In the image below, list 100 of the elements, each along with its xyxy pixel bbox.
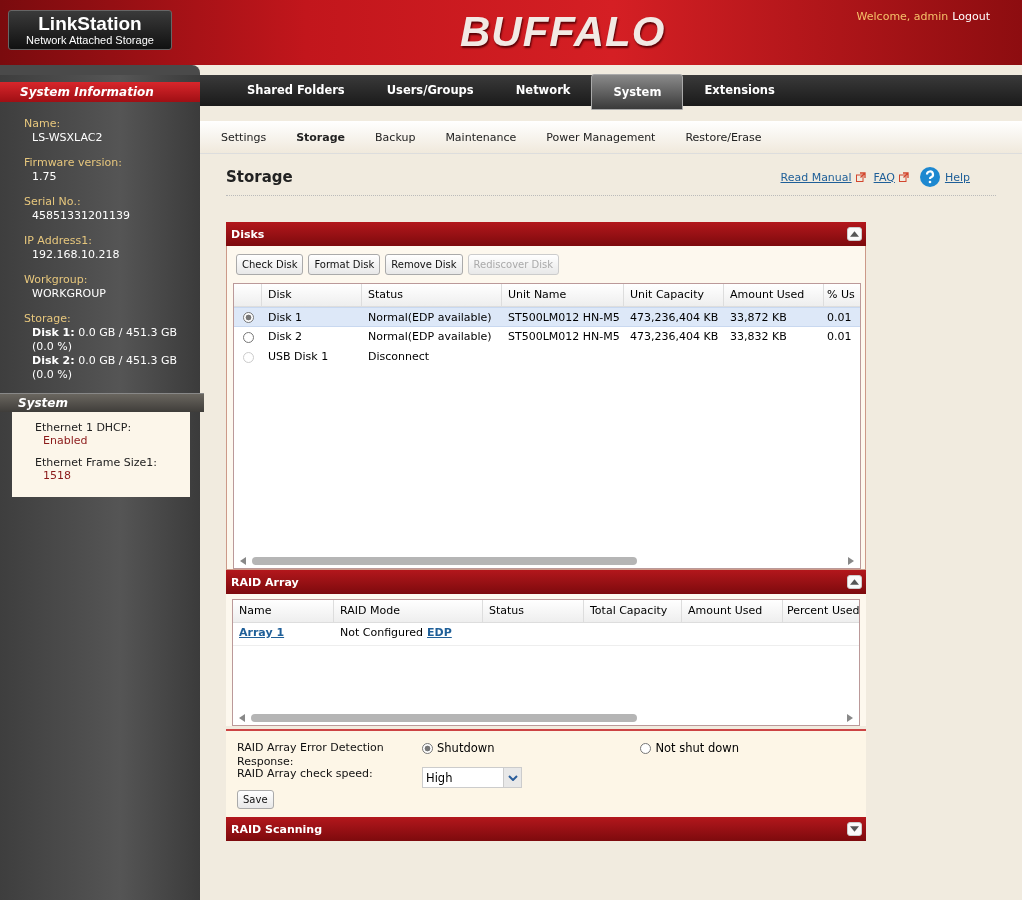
column-header[interactable]: Status [483, 600, 584, 622]
column-header[interactable]: Unit Name [502, 284, 624, 306]
arrow-right-icon[interactable] [847, 714, 853, 722]
table-cell-text: Disconnect [367, 349, 431, 365]
sub-tab[interactable]: Storage [296, 130, 346, 144]
action-button[interactable]: Format Disk [308, 254, 381, 275]
column-header[interactable]: Name [233, 600, 334, 622]
radio-button[interactable] [242, 331, 254, 343]
caret-icon [850, 231, 859, 237]
column-header[interactable]: Unit Capacity [624, 284, 724, 306]
header-link[interactable]: FAQ [873, 170, 895, 184]
info-label: Storage: [24, 312, 72, 326]
scrollbar-thumb[interactable] [252, 557, 637, 565]
info-value: LS-WSXLAC2 [31, 131, 104, 145]
arrow-left-icon[interactable] [239, 714, 245, 722]
panel-title: RAID Array [231, 575, 299, 589]
brand-logo: BUFFALO [460, 8, 666, 56]
nav-tab[interactable]: Network [494, 75, 592, 106]
expand-button[interactable] [847, 822, 862, 836]
panel-title: Disks [231, 227, 265, 241]
table-row[interactable]: Disk 2 Normal(EDP available) ST500LM012 HN-M5 473,236,404 KB 33,832 KB 0.01 [234, 327, 860, 347]
column-header[interactable]: Disk [262, 284, 362, 306]
nav-tab[interactable]: Shared Folders [226, 75, 366, 106]
info-value: Disk 2: 0.0 GB / 451.3 GB (0.0 %) [31, 354, 178, 382]
table-cell-text: USB Disk 1 [267, 349, 330, 365]
column-header[interactable]: % Us [824, 284, 858, 306]
table-cell-text: 0.01 [826, 329, 853, 345]
product-name: LinkStation [37, 14, 143, 34]
info-value: 1.75 [31, 170, 58, 184]
form-label: RAID Array Error Detection Response: [237, 741, 385, 769]
table-cell-text: Disk 1 [267, 310, 304, 326]
system-label: Ethernet 1 DHCP: [35, 421, 133, 434]
sub-tab[interactable]: Restore/Erase [685, 130, 762, 144]
column-header[interactable]: RAID Mode [334, 600, 483, 622]
table-cell-text: Disk 2 [267, 329, 304, 345]
sub-tab[interactable]: Power Management [546, 130, 656, 144]
header-link[interactable]: Read Manual [780, 170, 852, 184]
info-label: Workgroup: [24, 273, 89, 287]
page-title: Storage [226, 168, 293, 186]
radio-button[interactable] [242, 311, 254, 323]
table-cell-text: 473,236,404 KB [629, 310, 720, 326]
help-icon[interactable] [918, 166, 941, 188]
column-header[interactable]: Percent Used [783, 600, 859, 622]
scrollbar-thumb[interactable] [251, 714, 637, 722]
info-value: 192.168.10.218 [31, 248, 121, 262]
panel-title: RAID Scanning [231, 822, 323, 836]
radio-button[interactable] [640, 742, 652, 754]
table-cell-text: ST500LM012 HN-M5 [507, 329, 621, 345]
info-label: IP Address1: [24, 234, 93, 248]
nav-tab[interactable]: System [591, 74, 684, 110]
action-button[interactable]: Remove Disk [385, 254, 463, 275]
radio-button[interactable] [422, 742, 433, 754]
speed-dropdown[interactable]: High [422, 767, 522, 788]
info-value: 45851331201139 [31, 209, 131, 223]
table-cell-text: 0.01 [826, 310, 853, 326]
table-row[interactable]: Disk 1 Normal(EDP available) ST500LM012 HN-M5 473,236,404 KB 33,872 KB 0.01 [234, 307, 860, 327]
table-cell-text: Not Configured [340, 625, 424, 641]
sub-tab[interactable]: Maintenance [445, 130, 517, 144]
arrow-left-icon[interactable] [240, 557, 246, 565]
system-section-title: System [0, 393, 204, 412]
welcome-text: Welcome, admin [856, 10, 949, 23]
radio-option[interactable]: Not shut down [640, 741, 739, 755]
column-header[interactable]: Amount Used [724, 284, 824, 306]
radio-option[interactable]: Shutdown [422, 741, 495, 755]
arrow-right-icon[interactable] [848, 557, 854, 565]
info-label: Name: [24, 117, 62, 131]
table-cell-text: 473,236,404 KB [629, 329, 720, 345]
table-cell-text: Normal(EDP available) [367, 310, 493, 326]
header-link[interactable]: Help [944, 170, 970, 184]
edp-link[interactable]: EDP [427, 623, 452, 645]
save-button[interactable]: Save [237, 790, 274, 809]
system-value: 1518 [42, 469, 72, 482]
caret-icon [850, 826, 859, 832]
table-cell-text: 33,872 KB [729, 310, 788, 326]
column-header[interactable]: Amount Used [682, 600, 783, 622]
form-label: RAID Array check speed: [237, 767, 374, 781]
nav-tab[interactable]: Extensions [683, 75, 796, 106]
external-link-icon [898, 172, 909, 182]
info-value: Disk 1: 0.0 GB / 451.3 GB (0.0 %) [31, 326, 178, 354]
sub-tab[interactable]: Backup [375, 130, 416, 144]
collapse-button[interactable] [847, 575, 862, 589]
info-label: Firmware version: [24, 156, 123, 170]
action-button[interactable]: Check Disk [236, 254, 304, 275]
product-subtitle: Network Attached Storage [25, 34, 155, 46]
table-cell-text: 33,832 KB [729, 329, 788, 345]
system-value: Enabled [42, 434, 89, 447]
info-value: WORKGROUP [31, 287, 107, 301]
caret-icon [850, 579, 859, 585]
collapse-button[interactable] [847, 227, 862, 241]
array-link[interactable]: Array 1 [239, 626, 285, 639]
external-link-icon [855, 172, 866, 182]
chevron-down-icon [507, 774, 518, 781]
sub-tab[interactable]: Settings [221, 130, 267, 144]
column-header[interactable]: Status [362, 284, 502, 306]
table-cell-text: ST500LM012 HN-M5 [507, 310, 621, 326]
nav-tab[interactable]: Users/Groups [365, 75, 495, 106]
logout-link[interactable]: Logout [952, 10, 990, 23]
column-header[interactable]: Total Capacity [584, 600, 682, 622]
table-cell-text: Normal(EDP available) [367, 329, 493, 345]
info-label: Serial No.: [24, 195, 82, 209]
